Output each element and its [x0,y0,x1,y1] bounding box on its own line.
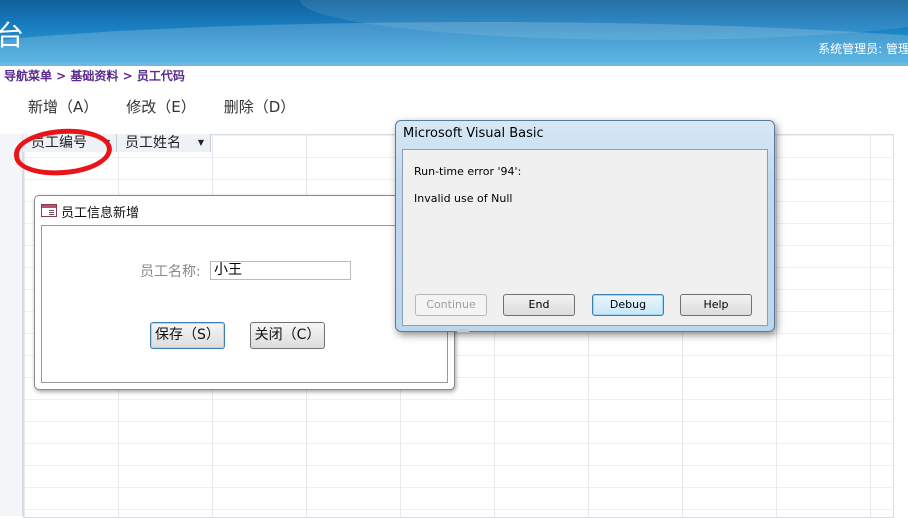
grid-row-selector [0,134,23,516]
error-message-text: Invalid use of Null [414,192,513,205]
dialog-title: Microsoft Visual Basic [403,126,544,141]
toolbar: 新增（A） 修改（E） 删除（D） [28,96,295,117]
app-title: 台 [0,19,25,52]
delete-button[interactable]: 删除（D） [224,96,296,117]
error-code-text: Run-time error '94': [414,165,522,178]
employee-add-window: 员工信息新增 员工名称: 小王 保存（S） 关闭（C） [34,195,455,390]
vb-error-dialog: Microsoft Visual Basic Run-time error '9… [395,120,775,332]
dropdown-arrow-icon[interactable]: ▼ [198,134,204,152]
end-button[interactable]: End [503,294,575,316]
edit-button[interactable]: 修改（E） [126,96,195,117]
employee-name-label: 员工名称: [140,264,201,280]
dialog-body: Run-time error '94': Invalid use of Null… [402,149,768,332]
header-divider [0,63,908,66]
resize-grip [457,329,469,332]
employee-name-input[interactable]: 小王 [210,261,351,280]
save-button[interactable]: 保存（S） [150,322,225,349]
breadcrumb: 导航菜单 > 基础资料 > 员工代码 [4,69,185,83]
form-body: 员工名称: 小王 保存（S） 关闭（C） [41,225,448,383]
window-title: 员工信息新增 [61,206,140,221]
column-header-label: 员工姓名 [125,135,181,151]
user-info: 系统管理员: 管理 [818,42,908,56]
form-icon [41,204,57,217]
help-button[interactable]: Help [680,294,752,316]
add-button[interactable]: 新增（A） [28,96,98,117]
debug-button[interactable]: Debug [592,294,664,316]
continue-button: Continue [415,294,487,316]
close-button[interactable]: 关闭（C） [250,322,325,349]
column-header-employee-name[interactable]: 员工姓名 ▼ [117,134,211,152]
app-header: 台 系统管理员: 管理 [0,0,908,63]
